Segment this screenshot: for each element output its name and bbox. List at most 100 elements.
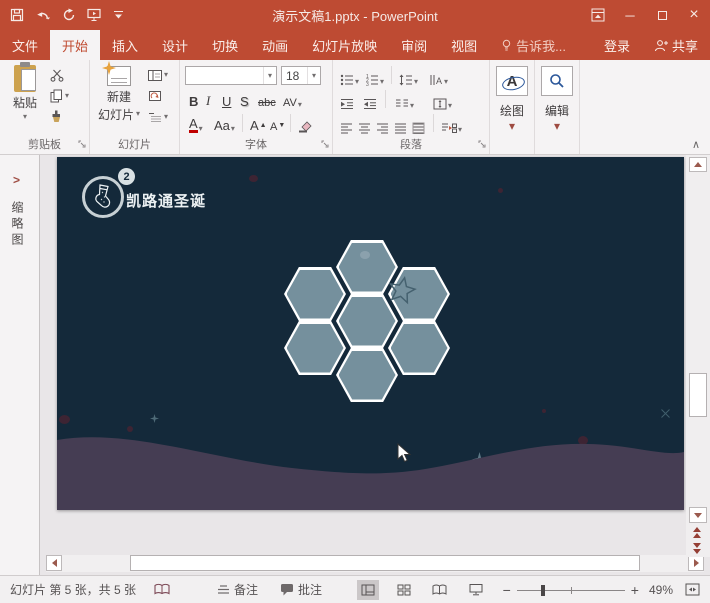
columns-button[interactable]: ▾ bbox=[395, 92, 414, 110]
reset-slide-button[interactable] bbox=[148, 89, 168, 103]
vertical-scrollbar-thumb[interactable] bbox=[689, 373, 707, 417]
view-slideshow-button[interactable] bbox=[465, 580, 487, 600]
scroll-right-button[interactable] bbox=[688, 555, 704, 571]
group-clipboard: 粘贴 ▾ ▾ 剪贴板 bbox=[0, 60, 90, 154]
zoom-slider[interactable] bbox=[517, 580, 625, 600]
tab-home[interactable]: 开始 bbox=[50, 30, 100, 60]
bold-button[interactable]: B bbox=[189, 91, 198, 109]
tab-design[interactable]: 设计 bbox=[150, 30, 200, 60]
thumbnail-pane-collapsed[interactable]: > 缩略图 bbox=[0, 155, 40, 575]
zoom-level[interactable]: 49% bbox=[649, 583, 673, 597]
save-icon[interactable] bbox=[10, 8, 24, 22]
view-slide-sorter-button[interactable] bbox=[393, 580, 415, 600]
align-right-button[interactable] bbox=[376, 116, 389, 134]
hexagon-shape[interactable] bbox=[336, 348, 398, 402]
grow-font-button[interactable]: A▲ bbox=[250, 115, 267, 133]
slide-number-indicator[interactable]: 幻灯片 第 5 张，共 5 张 bbox=[10, 581, 136, 598]
next-slide-button[interactable] bbox=[693, 543, 701, 554]
slide-title[interactable]: 凯路通圣诞 bbox=[126, 190, 206, 211]
notes-button[interactable]: 备注 bbox=[217, 581, 258, 598]
hexagon-shape[interactable] bbox=[284, 321, 346, 375]
share-person-icon bbox=[654, 39, 668, 52]
format-painter-button[interactable] bbox=[50, 110, 69, 124]
tab-insert[interactable]: 插入 bbox=[100, 30, 150, 60]
dot-decoration bbox=[249, 175, 258, 182]
tab-slideshow[interactable]: 幻灯片放映 bbox=[300, 30, 389, 60]
previous-slide-button[interactable] bbox=[693, 527, 701, 538]
increase-indent-button[interactable] bbox=[363, 92, 377, 110]
convert-smartart-button[interactable]: ▾ bbox=[441, 116, 462, 134]
view-normal-button[interactable] bbox=[357, 580, 379, 600]
spell-check-icon[interactable] bbox=[154, 583, 171, 596]
font-size-dropdown-icon[interactable]: ▾ bbox=[307, 67, 320, 84]
decrease-indent-button[interactable] bbox=[340, 92, 354, 110]
start-slideshow-icon[interactable] bbox=[87, 8, 102, 22]
scroll-left-button[interactable] bbox=[46, 555, 62, 571]
hexagon-shape[interactable] bbox=[388, 321, 450, 375]
vertical-scrollbar[interactable] bbox=[686, 155, 710, 557]
copy-button[interactable]: ▾ bbox=[50, 89, 69, 103]
minimize-button[interactable]: ─ bbox=[614, 0, 646, 30]
zoom-out-button[interactable]: − bbox=[503, 582, 511, 598]
numbering-button[interactable]: 123▾ bbox=[365, 68, 384, 86]
tab-transitions[interactable]: 切换 bbox=[200, 30, 250, 60]
comments-button[interactable]: 批注 bbox=[280, 581, 322, 598]
scroll-down-button[interactable] bbox=[689, 507, 707, 523]
italic-button[interactable]: I bbox=[206, 91, 210, 109]
text-direction-button[interactable]: A▾ bbox=[429, 68, 448, 86]
drawing-dropdown-icon[interactable]: ▾ bbox=[490, 120, 534, 132]
shrink-font-button[interactable]: A▼ bbox=[270, 115, 285, 133]
underline-button[interactable]: U bbox=[222, 91, 231, 109]
distribute-button[interactable] bbox=[412, 116, 425, 134]
cut-button[interactable] bbox=[50, 68, 69, 82]
align-text-button[interactable]: ▾ bbox=[433, 92, 452, 110]
share-button[interactable]: 共享 bbox=[642, 30, 710, 60]
tab-tell-me[interactable]: 告诉我... bbox=[489, 30, 578, 60]
font-size-combobox[interactable]: 18 ▾ bbox=[281, 66, 321, 85]
collapse-ribbon-icon[interactable]: ∧ bbox=[692, 138, 700, 151]
scroll-up-button[interactable] bbox=[689, 157, 707, 172]
hexagon-shape[interactable] bbox=[284, 267, 346, 321]
justify-button[interactable] bbox=[394, 116, 407, 134]
horizontal-scrollbar[interactable] bbox=[46, 555, 704, 572]
ribbon: 粘贴 ▾ ▾ 剪贴板 新建 幻灯片▾ ▾ ▾ 幻灯片 ▾ 18 bbox=[0, 60, 710, 155]
svg-text:A: A bbox=[436, 76, 442, 86]
layout-button[interactable]: ▾ bbox=[148, 68, 168, 82]
zoom-in-button[interactable]: + bbox=[631, 582, 639, 598]
fit-slide-to-window-icon[interactable] bbox=[685, 583, 700, 596]
tab-file[interactable]: 文件 bbox=[0, 30, 50, 60]
font-name-dropdown-icon[interactable]: ▾ bbox=[263, 67, 276, 84]
align-center-button[interactable] bbox=[358, 116, 371, 134]
change-case-button[interactable]: Aa▾ bbox=[214, 115, 235, 133]
tab-review[interactable]: 审阅 bbox=[389, 30, 439, 60]
customize-qat-icon[interactable] bbox=[113, 10, 124, 20]
drawing-button[interactable]: A bbox=[496, 66, 528, 96]
maximize-button[interactable] bbox=[646, 0, 678, 30]
align-left-button[interactable] bbox=[340, 116, 353, 134]
bullets-button[interactable]: ▾ bbox=[340, 68, 359, 86]
repeat-icon[interactable] bbox=[62, 8, 76, 22]
sign-in-button[interactable]: 登录 bbox=[592, 30, 642, 60]
strikethrough-button[interactable]: abc bbox=[258, 91, 276, 109]
clear-formatting-button[interactable] bbox=[298, 115, 312, 133]
horizontal-scrollbar-thumb[interactable] bbox=[130, 555, 640, 571]
editing-dropdown-icon[interactable]: ▾ bbox=[535, 120, 579, 132]
section-button[interactable]: ▾ bbox=[148, 110, 168, 124]
view-reading-button[interactable] bbox=[429, 580, 451, 600]
zoom-slider-thumb[interactable] bbox=[541, 585, 545, 596]
tab-animations[interactable]: 动画 bbox=[250, 30, 300, 60]
character-spacing-button[interactable]: AV▾ bbox=[283, 91, 302, 109]
slide[interactable]: 2 凯路通圣诞 bbox=[57, 157, 684, 510]
font-color-button[interactable]: A▾ bbox=[189, 115, 203, 133]
paste-button[interactable]: 粘贴 ▾ bbox=[7, 65, 43, 121]
close-button[interactable]: × bbox=[678, 0, 710, 30]
undo-icon[interactable] bbox=[35, 8, 51, 22]
expand-pane-icon[interactable]: > bbox=[13, 173, 20, 187]
new-slide-button[interactable]: 新建 幻灯片▾ bbox=[94, 66, 144, 121]
tab-view[interactable]: 视图 bbox=[439, 30, 489, 60]
line-spacing-button[interactable]: ▾ bbox=[399, 68, 418, 86]
font-name-combobox[interactable]: ▾ bbox=[185, 66, 277, 85]
editing-button[interactable] bbox=[541, 66, 573, 96]
ribbon-display-options-icon[interactable] bbox=[582, 0, 614, 30]
text-shadow-button[interactable]: S bbox=[240, 91, 249, 109]
